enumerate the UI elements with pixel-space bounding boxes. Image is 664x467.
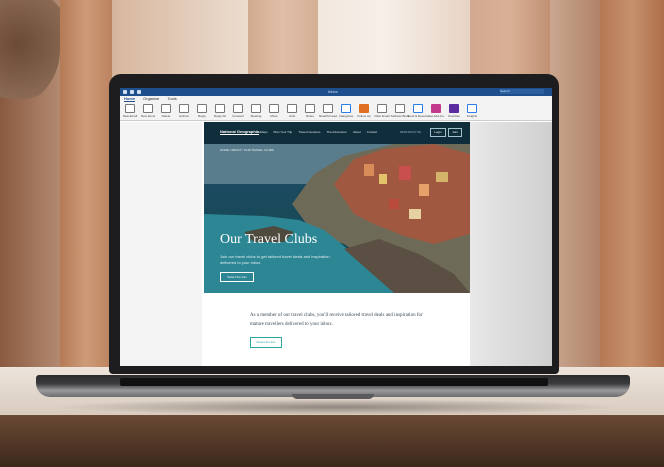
ribbon: New Email New Items Delete Archive Reply…: [120, 102, 552, 121]
delete-icon: [161, 104, 171, 113]
nav-link-contact[interactable]: Contact: [367, 130, 377, 134]
filter-email-button[interactable]: Filter Email: [375, 104, 390, 118]
forward-icon: [233, 104, 243, 113]
house: [436, 172, 448, 182]
archive-button[interactable]: Archive: [178, 104, 190, 118]
meeting-icon: [251, 104, 261, 113]
reply-all-button[interactable]: Reply All: [214, 104, 226, 118]
categorise-icon: [341, 104, 351, 113]
zoom-icon[interactable]: [137, 90, 141, 94]
send-receive-button[interactable]: Send & Receive: [407, 104, 429, 118]
read-unread-icon: [323, 104, 333, 113]
rules-icon: [305, 104, 315, 113]
meeting-button[interactable]: Meeting: [250, 104, 262, 118]
rules-button[interactable]: Rules: [304, 104, 316, 118]
move-icon: [269, 104, 279, 113]
archive-icon: [179, 104, 189, 113]
house: [379, 174, 387, 184]
close-icon[interactable]: [123, 90, 127, 94]
tab-organise[interactable]: Organise: [143, 96, 159, 102]
email-content: National Geographic Holidays Plan Your T…: [204, 122, 470, 366]
phone-number: 0345 053 07 00: [400, 130, 421, 134]
move-button[interactable]: Move: [268, 104, 280, 118]
login-button[interactable]: Login: [430, 128, 446, 137]
junk-icon: [287, 104, 297, 113]
new-items-icon: [143, 104, 153, 113]
join-button[interactable]: Join: [448, 128, 462, 137]
nav-links: Holidays Plan Your Trip Travel Insurance…: [256, 130, 377, 134]
lamp-shade: [0, 0, 60, 110]
junk-button[interactable]: Junk: [286, 104, 298, 118]
minimize-icon[interactable]: [130, 90, 134, 94]
house: [419, 184, 429, 196]
background-column: [60, 0, 112, 370]
background-column: [600, 0, 664, 370]
nav-link-about[interactable]: About: [353, 130, 361, 134]
onenote-button[interactable]: OneNote: [448, 104, 460, 118]
hero-title: Our Travel Clubs: [220, 232, 318, 247]
delete-button[interactable]: Delete: [160, 104, 172, 118]
house: [389, 199, 399, 209]
nav-link-travel-insurance[interactable]: Travel Insurance: [298, 130, 320, 134]
laptop-notch: [292, 394, 374, 399]
new-email-icon: [125, 104, 135, 113]
search-input[interactable]: Search: [500, 89, 544, 94]
coastal-village-photo: [204, 144, 470, 293]
nav-link-holidays[interactable]: Holidays: [256, 130, 268, 134]
folder-pane: [120, 122, 202, 366]
tab-tools[interactable]: Tools: [167, 96, 176, 102]
house: [364, 164, 374, 176]
window-title: Inbox: [328, 89, 338, 94]
new-email-button[interactable]: New Email: [123, 104, 137, 118]
right-pane: [470, 122, 552, 366]
forward-button[interactable]: Forward: [232, 104, 244, 118]
email-body: As a member of our travel clubs, you'll …: [204, 293, 470, 366]
tab-home[interactable]: Home: [124, 96, 136, 102]
address-book-button[interactable]: Address Book: [391, 104, 409, 118]
send-receive-icon: [413, 104, 423, 113]
house: [399, 166, 411, 180]
outlook-titlebar: Inbox Search: [120, 88, 552, 96]
categorise-button[interactable]: Categorise: [339, 104, 353, 118]
flag-icon: [359, 104, 369, 113]
hero-select-button[interactable]: Select the trav: [220, 272, 254, 282]
read-unread-button[interactable]: Read/Unread: [319, 104, 337, 118]
breadcrumb: HOME / ABOUT / OUR TRAVEL CLUBS: [220, 148, 274, 152]
new-items-button[interactable]: New Items: [141, 104, 155, 118]
insights-icon: [467, 104, 477, 113]
email-nav-bar: National Geographic Holidays Plan Your T…: [204, 122, 470, 144]
onenote-icon: [449, 104, 459, 113]
brand-logo[interactable]: National Geographic: [220, 129, 260, 135]
house: [409, 209, 421, 219]
reply-button[interactable]: Reply: [196, 104, 208, 118]
hero-subtitle: Join our travel clubs to get tailored tr…: [220, 254, 330, 265]
add-ins-icon: [431, 104, 441, 113]
nav-link-the-adventurer[interactable]: The Adventurer: [326, 130, 347, 134]
nav-link-plan-your-trip[interactable]: Plan Your Trip: [274, 130, 293, 134]
get-add-ins-button[interactable]: Get Add-ins: [428, 104, 444, 118]
filter-icon: [377, 104, 387, 113]
address-book-icon: [395, 104, 405, 113]
laptop-screen: Inbox Search Home Organise Tools New Ema…: [120, 88, 552, 366]
follow-up-button[interactable]: Follow Up: [357, 104, 371, 118]
quick-access-toolbar: [123, 90, 141, 94]
insights-button[interactable]: Insights: [466, 104, 478, 118]
desk-edge: [0, 415, 664, 467]
select-button[interactable]: Select the trav: [250, 337, 282, 348]
reply-icon: [197, 104, 207, 113]
body-text: As a member of our travel clubs, you'll …: [250, 313, 423, 327]
reply-all-icon: [215, 104, 225, 113]
hero-banner: HOME / ABOUT / OUR TRAVEL CLUBS Our Trav…: [204, 144, 470, 293]
laptop-keyboard: [120, 378, 548, 386]
laptop-shadow: [50, 399, 620, 415]
